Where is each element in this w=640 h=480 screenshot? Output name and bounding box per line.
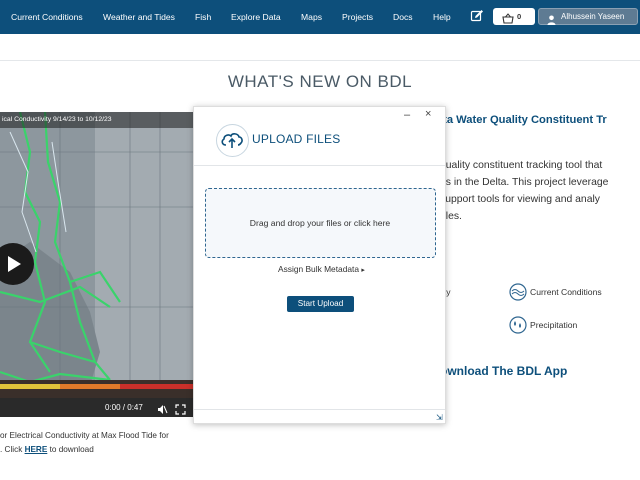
cart-count: 0 (517, 12, 522, 21)
desc-line: quality constituent tracking tool that (440, 160, 603, 171)
nav-docs[interactable]: Docs (393, 0, 413, 34)
feature-label: Current Conditions (530, 287, 602, 297)
download-here-link[interactable]: HERE (25, 445, 48, 454)
bulk-label: Assign Bulk Metadata (278, 264, 360, 274)
page-title: WHAT'S NEW ON BDL (227, 72, 413, 91)
project-description: quality constituent tracking tool that n… (440, 157, 608, 225)
divider (0, 60, 640, 61)
desc-line: ales. (440, 211, 462, 222)
cart-button[interactable]: 0 (493, 8, 535, 25)
nav-help[interactable]: Help (433, 0, 451, 34)
video-caption: or Electrical Conductivity at Max Flood … (0, 429, 200, 457)
nav-fish[interactable]: Fish (195, 0, 211, 34)
desc-line: support tools for viewing and analy (440, 194, 600, 205)
upload-cloud-icon (216, 124, 249, 157)
top-nav: Current Conditions Weather and Tides Fis… (0, 0, 640, 34)
fullscreen-icon[interactable] (175, 402, 186, 420)
caret-right-icon: ▸ (361, 267, 365, 274)
wave-icon (509, 283, 527, 301)
resize-handle-icon[interactable]: ⇲ (436, 413, 443, 422)
user-icon (547, 12, 556, 30)
edit-icon[interactable] (470, 9, 486, 25)
caption-line-1: or Electrical Conductivity at Max Flood … (0, 431, 169, 440)
user-name: Alhussein Yaseen (561, 12, 625, 21)
video-time: 0:00 / 0:47 (105, 403, 143, 412)
nav-explore-data[interactable]: Explore Data (231, 0, 281, 34)
nav-projects[interactable]: Projects (342, 0, 373, 34)
nav-maps[interactable]: Maps (301, 0, 322, 34)
file-dropzone[interactable]: Drag and drop your files or click here (205, 188, 436, 258)
divider (194, 165, 445, 166)
play-icon (8, 256, 21, 272)
play-button[interactable] (0, 243, 34, 285)
assign-bulk-metadata-link[interactable]: Assign Bulk Metadata ▸ (278, 264, 365, 274)
start-upload-button[interactable]: Start Upload (287, 296, 354, 312)
nav-weather-tides[interactable]: Weather and Tides (103, 0, 175, 34)
user-menu-button[interactable]: Alhussein Yaseen (538, 8, 638, 25)
basket-icon (502, 11, 514, 29)
nav-current-conditions[interactable]: Current Conditions (11, 0, 83, 34)
upload-dialog: – × UPLOAD FILES Drag and drop your file… (193, 106, 446, 424)
caption-line-2: . Click HERE to download (0, 443, 200, 457)
minimize-button[interactable]: – (404, 109, 410, 121)
caption-prefix: . Click (0, 445, 25, 454)
caption-suffix: to download (47, 445, 94, 454)
video-controls (0, 398, 194, 417)
project-title[interactable]: lta Water Quality Constituent Tr (440, 114, 607, 126)
dropzone-text: Drag and drop your files or click here (249, 218, 391, 228)
precipitation-icon (509, 316, 527, 334)
desc-line: ns in the Delta. This project leverage (440, 177, 609, 188)
mute-icon[interactable] (157, 402, 168, 420)
video-title: ical Conductivity 9/14/23 to 10/12/23 (0, 112, 194, 128)
page: Current Conditions Weather and Tides Fis… (0, 0, 640, 480)
close-button[interactable]: × (425, 108, 431, 120)
dialog-title: UPLOAD FILES (252, 132, 341, 146)
feature-label: Precipitation (530, 320, 578, 330)
divider (194, 409, 445, 410)
download-app-heading[interactable]: ownload The BDL App (440, 364, 567, 378)
